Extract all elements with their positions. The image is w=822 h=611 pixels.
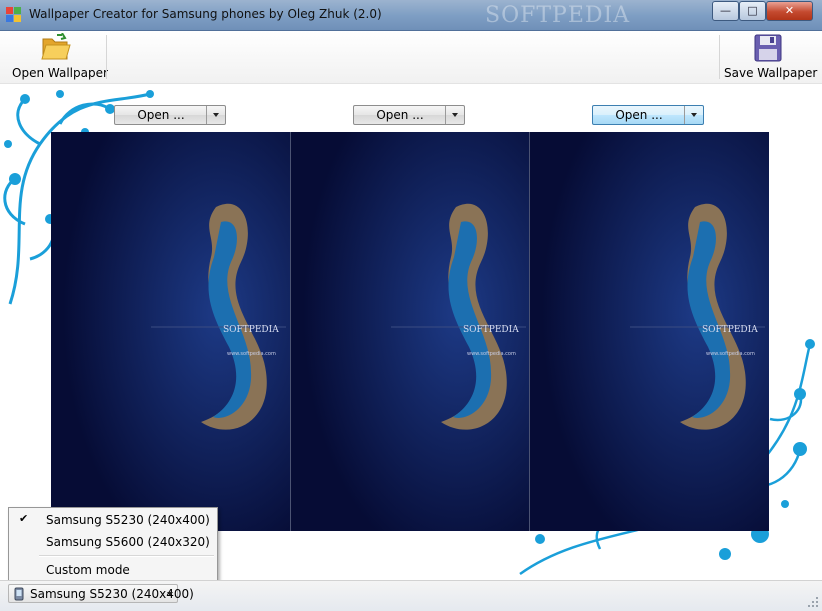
save-wallpaper-button[interactable]: Save Wallpaper	[724, 33, 818, 80]
panel-2-logo-text: SOFTPEDIA	[463, 325, 519, 335]
island-wallpaper-image: SOFTPEDIA www.softpedia.com	[291, 132, 530, 531]
menu-item-label: Samsung S5230 (240x400)	[46, 513, 210, 527]
menu-item-samsung-s5600[interactable]: Samsung S5600 (240x320)	[10, 531, 216, 553]
toolbar: Open Wallpaper Save Wallpaper	[0, 31, 822, 84]
chevron-down-icon[interactable]	[445, 106, 464, 124]
maximize-icon: □	[747, 4, 758, 17]
phone-icon	[14, 587, 24, 601]
panel-2-url-text: www.softpedia.com	[467, 351, 516, 357]
menu-item-samsung-s5230[interactable]: ✔ Samsung S5230 (240x400)	[10, 509, 216, 531]
panel-1-open-dropdown[interactable]: Open ...	[114, 105, 226, 125]
chevron-down-icon[interactable]	[684, 106, 703, 124]
island-wallpaper-image: SOFTPEDIA www.softpedia.com	[530, 132, 769, 531]
title-bar[interactable]: Wallpaper Creator for Samsung phones by …	[0, 0, 822, 31]
checkmark-icon: ✔	[19, 512, 29, 525]
status-bar: Samsung S5230 (240x400)	[0, 580, 822, 611]
preview-panel-2[interactable]: SOFTPEDIA www.softpedia.com	[290, 132, 530, 531]
preview-panel-1[interactable]: SOFTPEDIA www.softpedia.com	[51, 132, 290, 531]
panel-2-open-label: Open ...	[376, 108, 424, 122]
panel-1-logo-text: SOFTPEDIA	[223, 325, 279, 335]
island-wallpaper-image: SOFTPEDIA www.softpedia.com	[51, 132, 290, 531]
menu-item-label: Samsung S5600 (240x320)	[46, 535, 210, 549]
toolbar-separator	[106, 35, 107, 79]
menu-item-label: Custom mode	[46, 563, 130, 577]
floppy-disk-icon	[754, 34, 782, 62]
device-select-dropdown[interactable]: Samsung S5230 (240x400)	[8, 584, 194, 603]
minimize-icon: —	[720, 4, 731, 17]
panel-2-open-dropdown[interactable]: Open ...	[353, 105, 465, 125]
device-mode-menu: ✔ Samsung S5230 (240x400) Samsung S5600 …	[8, 507, 218, 583]
close-icon: ✕	[784, 4, 795, 17]
wallpaper-canvas: Open ... Open ... Open ... SOFTPEDIA www…	[0, 84, 822, 580]
resize-grip-icon[interactable]	[807, 596, 819, 608]
save-wallpaper-label: Save Wallpaper	[724, 66, 818, 80]
panel-3-open-dropdown[interactable]: Open ...	[592, 105, 704, 125]
close-button[interactable]: ✕	[766, 1, 813, 21]
softpedia-watermark: SOFTPEDIA	[485, 3, 631, 28]
maximize-button[interactable]: □	[739, 1, 766, 21]
open-wallpaper-button[interactable]: Open Wallpaper	[12, 32, 108, 80]
window-title: Wallpaper Creator for Samsung phones by …	[29, 7, 382, 21]
panel-1-url-text: www.softpedia.com	[227, 351, 276, 357]
chevron-down-icon[interactable]	[206, 106, 225, 124]
panel-3-url-text: www.softpedia.com	[706, 351, 755, 357]
menu-separator	[39, 555, 214, 557]
panel-3-open-label: Open ...	[615, 108, 663, 122]
chevron-down-icon	[167, 592, 173, 596]
folder-open-icon	[41, 32, 71, 60]
panel-1-open-label: Open ...	[137, 108, 185, 122]
panel-3-logo-text: SOFTPEDIA	[702, 325, 758, 335]
menu-item-custom-mode[interactable]: Custom mode	[10, 559, 216, 581]
open-wallpaper-label: Open Wallpaper	[12, 66, 108, 80]
preview-panel-3[interactable]: SOFTPEDIA www.softpedia.com	[529, 132, 769, 531]
minimize-button[interactable]: —	[712, 1, 739, 21]
app-icon	[6, 7, 22, 23]
toolbar-separator	[719, 35, 720, 79]
